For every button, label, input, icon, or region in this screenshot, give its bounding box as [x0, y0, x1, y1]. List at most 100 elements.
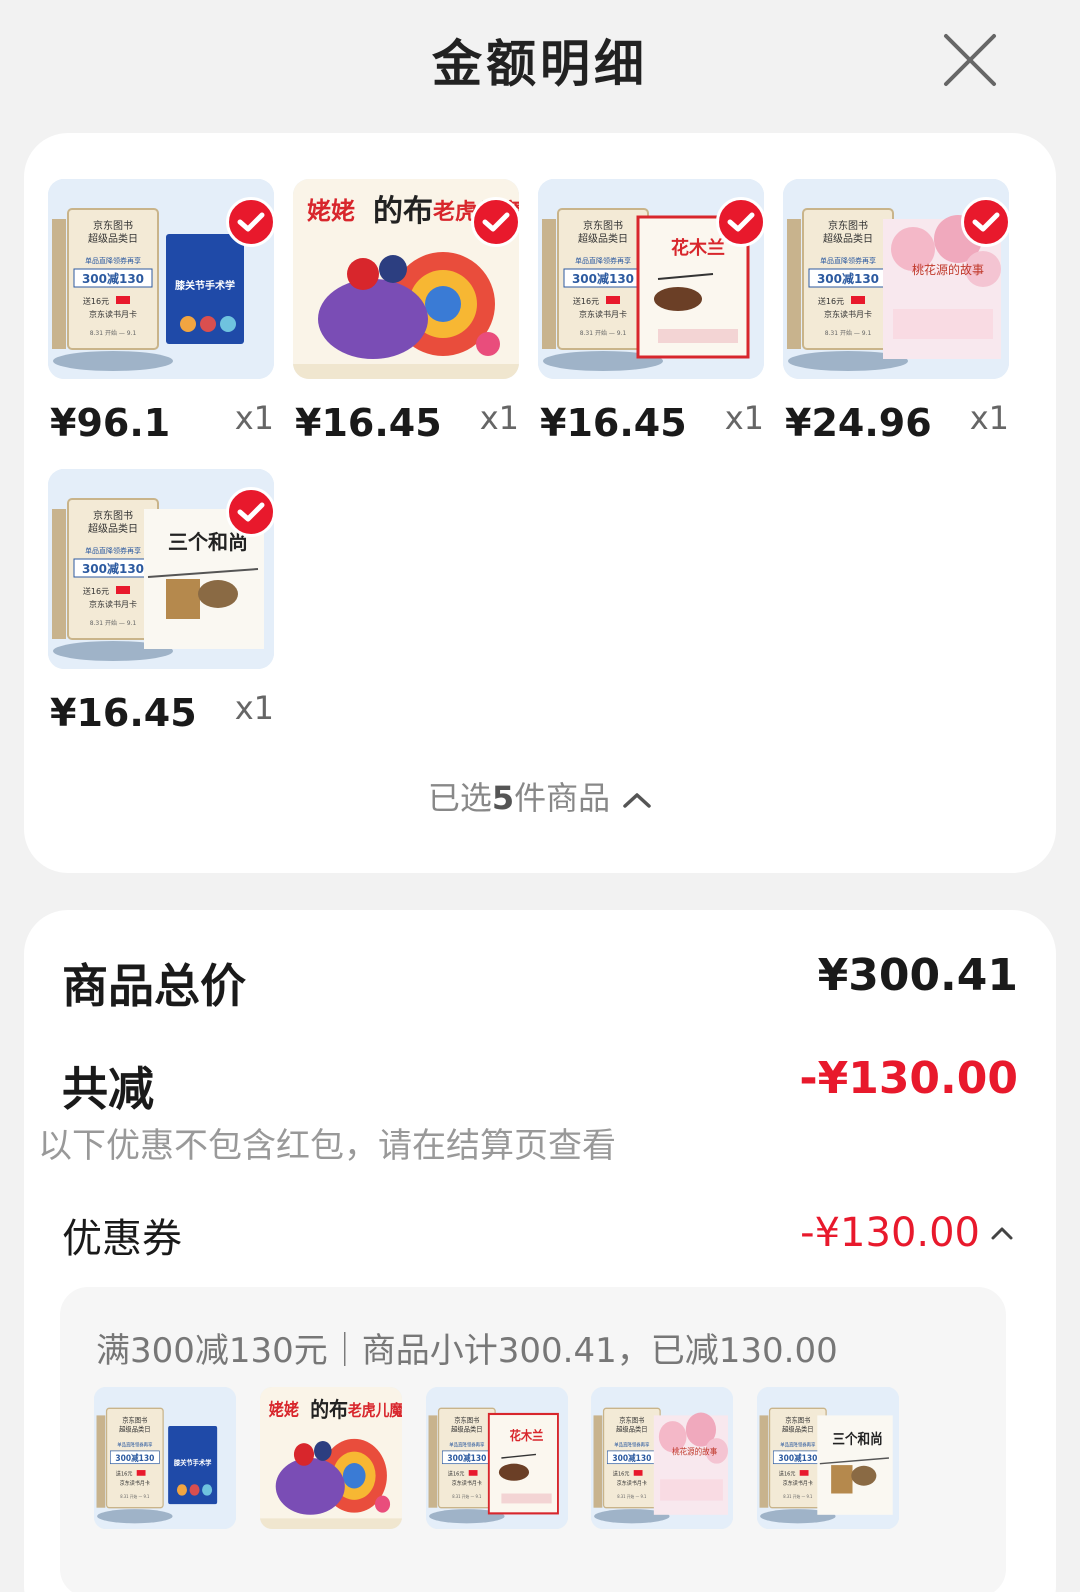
svg-text:送16元: 送16元	[83, 296, 109, 306]
svg-text:送16元: 送16元	[818, 296, 844, 306]
product-item[interactable]: 姥姥 的布 老虎儿魔法 ¥16.45 x1	[293, 179, 521, 449]
check-icon[interactable]	[716, 197, 766, 247]
svg-text:超级品类日: 超级品类日	[88, 232, 138, 245]
svg-text:超级品类日: 超级品类日	[782, 1424, 813, 1434]
svg-text:单品直降领券再享: 单品直降领券再享	[575, 256, 631, 265]
svg-text:的布: 的布	[373, 194, 433, 229]
selected-count-toggle[interactable]: 已选5件商品	[24, 773, 1056, 819]
svg-text:京东读书月卡: 京东读书月卡	[89, 599, 137, 609]
svg-text:单品直降领券再享: 单品直降领券再享	[820, 256, 876, 265]
selected-count: 5	[491, 779, 515, 817]
svg-text:300减130: 300减130	[447, 1452, 486, 1463]
product-item[interactable]: 京东图书 超级品类日 单品直降领券再享 300减130 送16元 京东读书月卡 …	[538, 179, 766, 449]
svg-text:超级品类日: 超级品类日	[88, 522, 138, 535]
product-price: ¥16.45	[50, 691, 197, 735]
total-value: ¥300.41	[817, 950, 1018, 1001]
coupon-description: 满300减130元｜商品小计300.41，已减130.00	[96, 1331, 838, 1371]
product-item[interactable]: 京东图书 超级品类日 单品直降领券再享 300减130 送16元 京东读书月卡 …	[48, 179, 276, 449]
svg-text:膝关节手术学: 膝关节手术学	[175, 279, 235, 292]
product-price: ¥96.1	[50, 401, 171, 445]
svg-text:老虎儿魔法: 老虎儿魔法	[347, 1401, 402, 1420]
svg-text:京东图书: 京东图书	[93, 219, 133, 232]
svg-text:300减130: 300减130	[778, 1452, 817, 1463]
svg-text:超级品类日: 超级品类日	[578, 232, 628, 245]
coupon-product-thumb[interactable]: 京东图书 超级品类日 单品直降领券再享 300减130 送16元 京东读书月卡 …	[757, 1387, 899, 1529]
coupon-detail: 满300减130元｜商品小计300.41，已减130.00 京东图书 超级品类日…	[60, 1287, 1006, 1592]
reduce-value: -¥130.00	[799, 1053, 1018, 1104]
svg-text:的布: 的布	[310, 1397, 348, 1422]
coupon-toggle[interactable]: -¥130.00	[800, 1210, 1014, 1256]
svg-text:京东图书: 京东图书	[122, 1415, 147, 1425]
coupon-product-thumb[interactable]: 京东图书 超级品类日 单品直降领券再享 300减130 送16元 京东读书月卡 …	[94, 1387, 236, 1529]
svg-text:京东图书: 京东图书	[619, 1415, 644, 1425]
svg-text:8.31 开始 — 9.1: 8.31 开始 — 9.1	[90, 619, 137, 627]
svg-text:8.31 开始 — 9.1: 8.31 开始 — 9.1	[617, 1492, 647, 1498]
coupon-product-thumb[interactable]: 京东图书 超级品类日 单品直降领券再享 300减130 送16元 京东读书月卡 …	[591, 1387, 733, 1529]
product-quantity: x1	[479, 399, 519, 437]
check-icon[interactable]	[471, 197, 521, 247]
product-card: 京东图书 超级品类日 单品直降领券再享 300减130 送16元 京东读书月卡 …	[24, 133, 1056, 873]
product-quantity: x1	[969, 399, 1009, 437]
chevron-up-icon	[991, 1227, 1013, 1240]
discount-note: 以下优惠不包含红包，请在结算页查看	[38, 1126, 616, 1166]
svg-text:三个和尚: 三个和尚	[168, 530, 248, 554]
svg-text:京东图书: 京东图书	[583, 219, 623, 232]
svg-text:8.31 开始 — 9.1: 8.31 开始 — 9.1	[580, 329, 627, 337]
svg-text:300减130: 300减130	[82, 271, 144, 286]
svg-text:超级品类日: 超级品类日	[616, 1424, 647, 1434]
check-icon[interactable]	[961, 197, 1011, 247]
svg-text:300减130: 300减130	[115, 1452, 154, 1463]
reduce-label: 共减	[62, 1062, 154, 1116]
svg-text:京东图书: 京东图书	[454, 1415, 479, 1425]
svg-text:送16元: 送16元	[573, 296, 599, 306]
svg-text:京东读书月卡: 京东读书月卡	[579, 309, 627, 319]
svg-text:京东读书月卡: 京东读书月卡	[824, 309, 872, 319]
svg-text:8.31 开始 — 9.1: 8.31 开始 — 9.1	[825, 329, 872, 337]
svg-text:超级品类日: 超级品类日	[823, 232, 873, 245]
svg-text:超级品类日: 超级品类日	[451, 1424, 482, 1434]
svg-text:8.31 开始 — 9.1: 8.31 开始 — 9.1	[783, 1492, 813, 1498]
svg-text:京东图书: 京东图书	[785, 1415, 810, 1425]
svg-text:姥姥: 姥姥	[269, 1400, 299, 1420]
svg-text:桃花源的故事: 桃花源的故事	[912, 262, 984, 277]
svg-text:京东图书: 京东图书	[828, 219, 868, 232]
product-item[interactable]: 京东图书 超级品类日 单品直降领券再享 300减130 送16元 京东读书月卡 …	[48, 469, 276, 739]
svg-text:膝关节手术学: 膝关节手术学	[174, 1458, 212, 1468]
check-icon[interactable]	[226, 487, 276, 537]
total-label: 商品总价	[62, 959, 246, 1013]
svg-text:8.31 开始 — 9.1: 8.31 开始 — 9.1	[452, 1492, 482, 1498]
product-price: ¥16.45	[295, 401, 442, 445]
svg-text:300减130: 300减130	[817, 271, 879, 286]
coupon-label: 优惠券	[62, 1216, 182, 1262]
svg-text:单品直降领券再享: 单品直降领券再享	[85, 546, 141, 555]
svg-text:京东读书月卡: 京东读书月卡	[89, 309, 137, 319]
svg-text:8.31 开始 — 9.1: 8.31 开始 — 9.1	[120, 1492, 150, 1498]
product-quantity: x1	[234, 399, 274, 437]
svg-text:超级品类日: 超级品类日	[119, 1424, 150, 1434]
svg-text:姥姥: 姥姥	[307, 197, 355, 225]
svg-text:三个和尚: 三个和尚	[832, 1430, 882, 1448]
check-icon[interactable]	[226, 197, 276, 247]
coupon-product-thumb[interactable]: 姥姥 的布 老虎儿魔法	[260, 1387, 402, 1529]
selected-prefix: 已选	[427, 779, 492, 817]
svg-text:京东图书: 京东图书	[93, 509, 133, 522]
svg-text:300减130: 300减130	[82, 561, 144, 576]
product-quantity: x1	[234, 689, 274, 727]
svg-text:8.31 开始 — 9.1: 8.31 开始 — 9.1	[90, 329, 137, 337]
product-price: ¥16.45	[540, 401, 687, 445]
svg-text:300减130: 300减130	[572, 271, 634, 286]
coupon-product-thumb[interactable]: 京东图书 超级品类日 单品直降领券再享 300减130 送16元 京东读书月卡 …	[426, 1387, 568, 1529]
product-item[interactable]: 京东图书 超级品类日 单品直降领券再享 300减130 送16元 京东读书月卡 …	[783, 179, 1011, 449]
chevron-up-icon	[623, 793, 651, 808]
close-icon	[944, 34, 996, 86]
page-title: 金额明细	[432, 35, 648, 93]
svg-text:桃花源的故事: 桃花源的故事	[672, 1446, 717, 1457]
product-quantity: x1	[724, 399, 764, 437]
svg-text:300减130: 300减130	[612, 1452, 651, 1463]
close-button[interactable]	[940, 30, 1000, 90]
product-price: ¥24.96	[785, 401, 932, 445]
coupon-value: -¥130.00	[800, 1210, 980, 1256]
svg-text:单品直降领券再享: 单品直降领券再享	[85, 256, 141, 265]
svg-text:送16元: 送16元	[83, 586, 109, 596]
selected-suffix: 件商品	[514, 779, 611, 817]
